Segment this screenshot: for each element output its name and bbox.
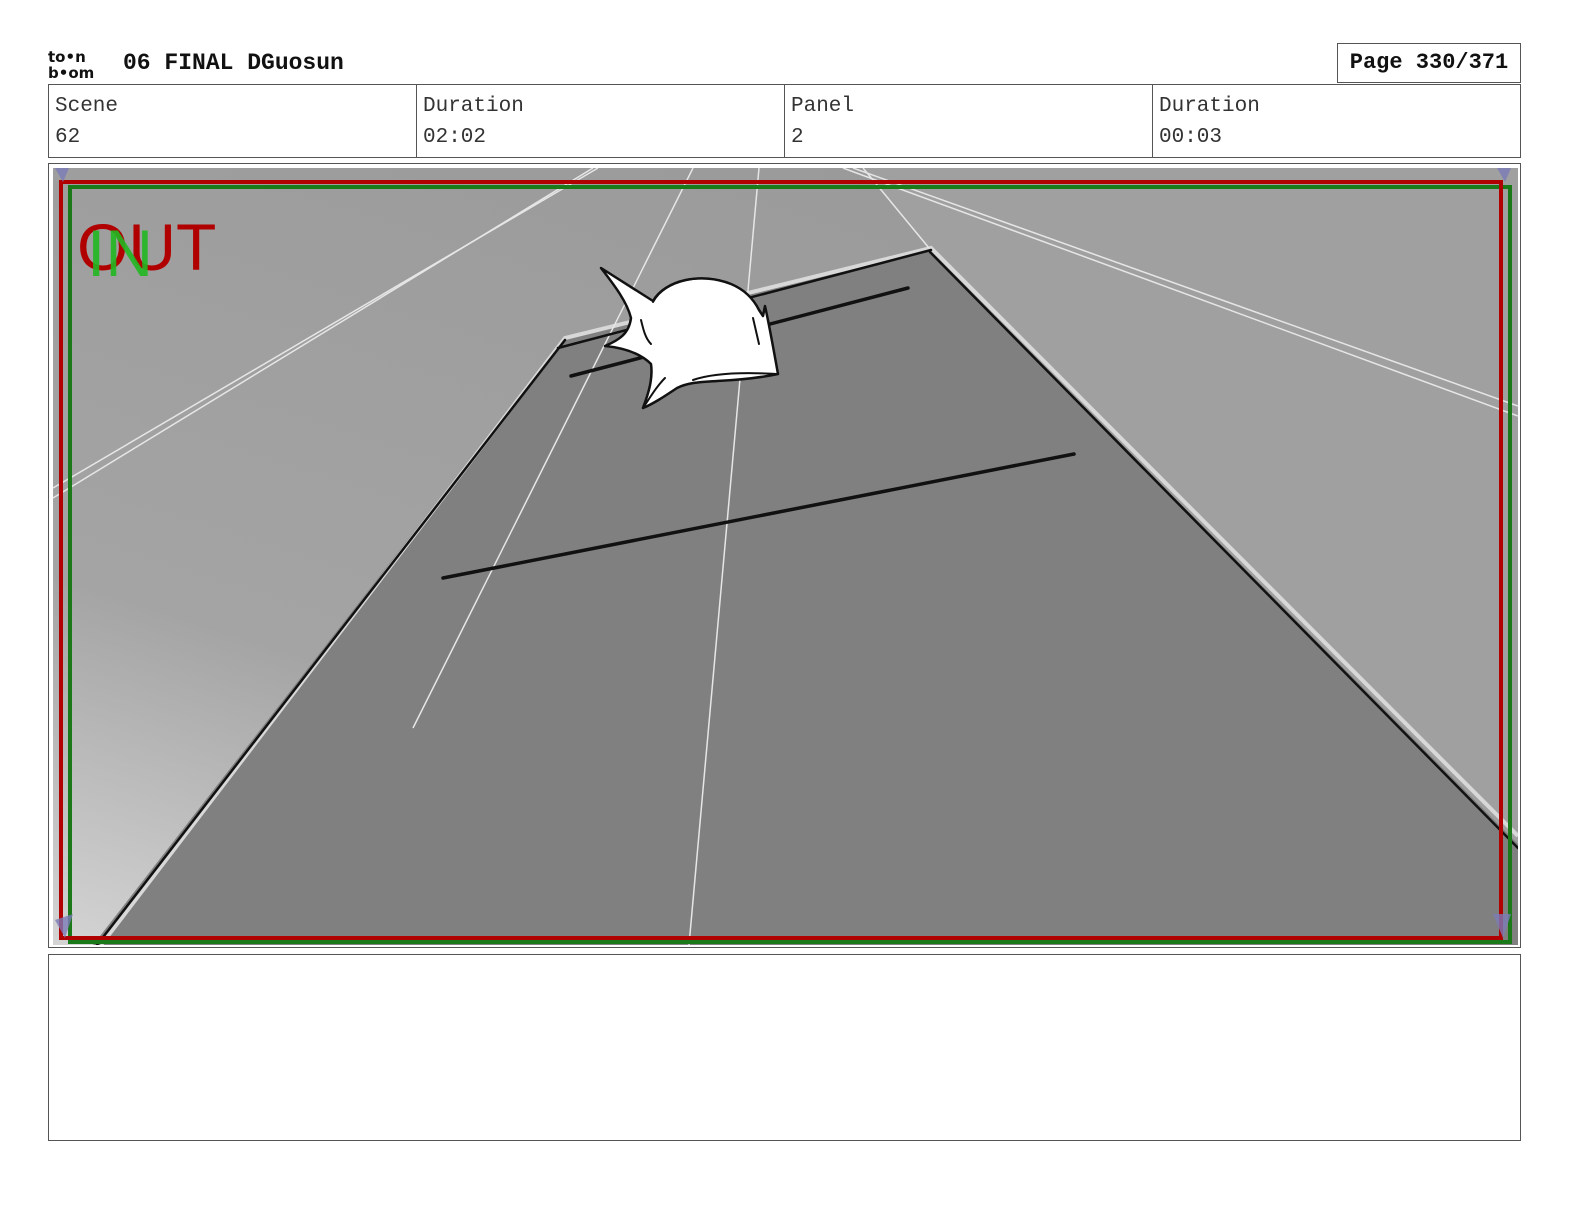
scene-cell: Scene 62 <box>49 85 417 157</box>
toonboom-logo: to•n b•om <box>48 48 94 80</box>
scene-duration-cell: Duration 02:02 <box>417 85 785 157</box>
project-title: 06 FINAL DGuosun <box>123 50 344 76</box>
panel-duration-value: 00:03 <box>1159 126 1223 149</box>
panel-notes[interactable] <box>48 954 1521 1141</box>
panel-value: 2 <box>791 126 804 149</box>
scene-duration-label: Duration <box>423 95 524 118</box>
scene-label: Scene <box>55 95 119 118</box>
panel-duration-label: Duration <box>1159 95 1260 118</box>
panel-duration-cell: Duration 00:03 <box>1153 85 1520 157</box>
panel-drawing: OUT IN <box>53 168 1518 945</box>
panel-label: Panel <box>791 95 855 118</box>
panel-cell: Panel 2 <box>785 85 1153 157</box>
scene-duration-value: 02:02 <box>423 126 487 149</box>
scene-info-table: Scene 62 Duration 02:02 Panel 2 Duration… <box>48 84 1521 158</box>
in-label: IN <box>87 216 153 290</box>
logo-text-bottom: b•om <box>48 64 94 80</box>
page-number: Page 330/371 <box>1337 43 1521 83</box>
storyboard-panel: OUT IN <box>48 163 1521 948</box>
scene-value: 62 <box>55 126 81 149</box>
